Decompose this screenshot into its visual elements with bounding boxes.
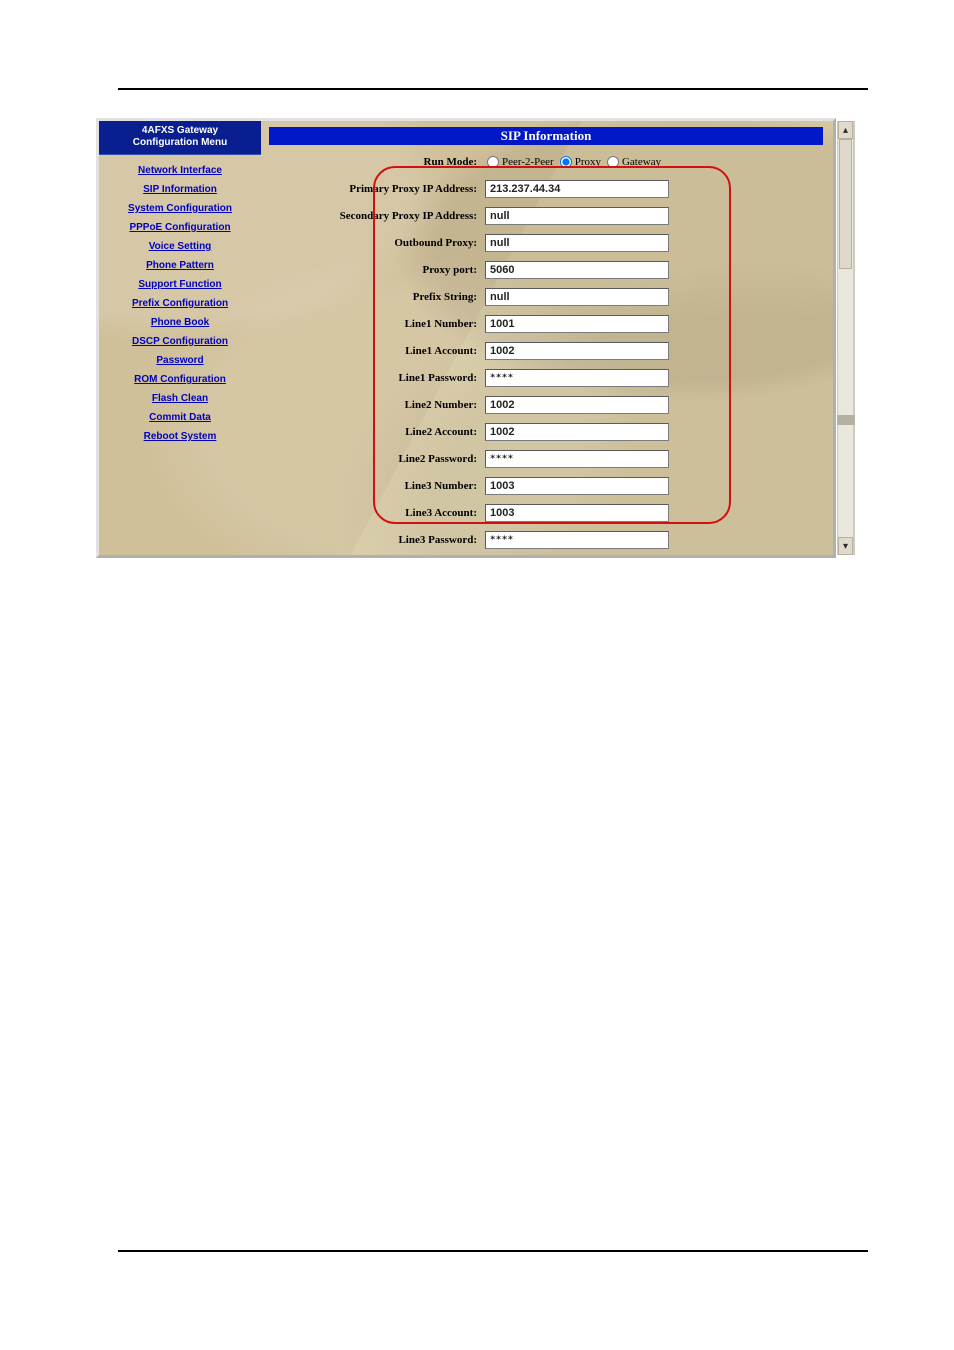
- label-outbound-proxy: Outbound Proxy:: [269, 237, 481, 249]
- input-line2-account[interactable]: [485, 423, 669, 441]
- input-outbound-proxy[interactable]: [485, 234, 669, 252]
- sidebar-item-voice-setting[interactable]: Voice Setting: [99, 241, 261, 252]
- input-prefix-string[interactable]: [485, 288, 669, 306]
- ctl-line3-number: [481, 477, 823, 495]
- runmode-group: Peer-2-Peer Proxy Gateway: [481, 156, 823, 168]
- row-line2-account: Line2 Account:: [269, 418, 823, 445]
- radio-runmode-peer-2-peer[interactable]: [487, 156, 499, 168]
- sidebar-item-network-interface[interactable]: Network Interface: [99, 165, 261, 176]
- vertical-scrollbar[interactable]: ▴ ▾: [837, 121, 855, 555]
- input-line3-account[interactable]: [485, 504, 669, 522]
- radio-runmode-gateway[interactable]: [607, 156, 619, 168]
- label-prefix-string: Prefix String:: [269, 291, 481, 303]
- page-rule-bottom: [118, 1250, 868, 1274]
- sidebar-item-rom-configuration[interactable]: ROM Configuration: [99, 374, 261, 385]
- sidebar-title-line1: 4AFXS Gateway: [99, 125, 261, 137]
- ctl-line3-account: [481, 504, 823, 522]
- radio-label: Peer-2-Peer: [502, 156, 554, 168]
- ctl-line1-number: [481, 315, 823, 333]
- row-line3-password: Line3 Password:: [269, 526, 823, 553]
- row-runmode: Run Mode: Peer-2-Peer Proxy Gateway: [269, 148, 823, 175]
- label-proxy-port: Proxy port:: [269, 264, 481, 276]
- scroll-thumb[interactable]: [839, 139, 852, 269]
- row-primary-proxy-ip-address: Primary Proxy IP Address:: [269, 175, 823, 202]
- input-line2-number[interactable]: [485, 396, 669, 414]
- ctl-line2-account: [481, 423, 823, 441]
- input-line1-account[interactable]: [485, 342, 669, 360]
- row-proxy-port: Proxy port:: [269, 256, 823, 283]
- input-line3-number[interactable]: [485, 477, 669, 495]
- sidebar-item-phone-book[interactable]: Phone Book: [99, 317, 261, 328]
- sidebar-header: 4AFXS Gateway Configuration Menu: [99, 121, 261, 155]
- row-prefix-string: Prefix String:: [269, 283, 823, 310]
- ctl-primary-proxy-ip-address: [481, 180, 823, 198]
- row-line1-password: Line1 Password:: [269, 364, 823, 391]
- ctl-proxy-port: [481, 261, 823, 279]
- radio-label: Gateway: [622, 156, 661, 168]
- ctl-line1-account: [481, 342, 823, 360]
- label-secondary-proxy-ip-address: Secondary Proxy IP Address:: [269, 210, 481, 222]
- label-primary-proxy-ip-address: Primary Proxy IP Address:: [269, 183, 481, 195]
- sidebar: 4AFXS Gateway Configuration Menu Network…: [99, 121, 261, 442]
- sidebar-item-flash-clean[interactable]: Flash Clean: [99, 393, 261, 404]
- sidebar-item-sip-information[interactable]: SIP Information: [99, 184, 261, 195]
- ctl-line3-password: [481, 531, 823, 549]
- label-line3-number: Line3 Number:: [269, 480, 481, 492]
- row-outbound-proxy: Outbound Proxy:: [269, 229, 823, 256]
- label-line2-number: Line2 Number:: [269, 399, 481, 411]
- sidebar-item-dscp-configuration[interactable]: DSCP Configuration: [99, 336, 261, 347]
- label-runmode: Run Mode:: [269, 156, 481, 168]
- sidebar-item-system-configuration[interactable]: System Configuration: [99, 203, 261, 214]
- row-line1-account: Line1 Account:: [269, 337, 823, 364]
- label-line1-number: Line1 Number:: [269, 318, 481, 330]
- input-secondary-proxy-ip-address[interactable]: [485, 207, 669, 225]
- ctl-outbound-proxy: [481, 234, 823, 252]
- row-line2-number: Line2 Number:: [269, 391, 823, 418]
- scroll-tick: [837, 415, 855, 425]
- input-line2-password[interactable]: [485, 450, 669, 468]
- app-window: 4AFXS Gateway Configuration Menu Network…: [96, 118, 836, 558]
- row-secondary-proxy-ip-address: Secondary Proxy IP Address:: [269, 202, 823, 229]
- sidebar-item-support-function[interactable]: Support Function: [99, 279, 261, 290]
- label-line2-password: Line2 Password:: [269, 453, 481, 465]
- sidebar-item-phone-pattern[interactable]: Phone Pattern: [99, 260, 261, 271]
- row-line2-password: Line2 Password:: [269, 445, 823, 472]
- sidebar-links: Network Interface SIP Information System C…: [99, 155, 261, 442]
- input-line1-password[interactable]: [485, 369, 669, 387]
- row-line3-account: Line3 Account:: [269, 499, 823, 526]
- ctl-line1-password: [481, 369, 823, 387]
- ctl-line2-number: [481, 396, 823, 414]
- scroll-up-icon[interactable]: ▴: [838, 121, 853, 139]
- ctl-prefix-string: [481, 288, 823, 306]
- label-line1-account: Line1 Account:: [269, 345, 481, 357]
- row-line3-number: Line3 Number:: [269, 472, 823, 499]
- page-rule-top: [118, 88, 868, 90]
- sidebar-item-prefix-configuration[interactable]: Prefix Configuration: [99, 298, 261, 309]
- panel-title: SIP Information: [269, 127, 823, 145]
- sidebar-title-line2: Configuration Menu: [99, 137, 261, 149]
- row-line1-number: Line1 Number:: [269, 310, 823, 337]
- sidebar-item-pppoe-configuration[interactable]: PPPoE Configuration: [99, 222, 261, 233]
- radio-label: Proxy: [575, 156, 601, 168]
- label-line3-account: Line3 Account:: [269, 507, 481, 519]
- sidebar-item-commit-data[interactable]: Commit Data: [99, 412, 261, 423]
- label-line3-password: Line3 Password:: [269, 534, 481, 546]
- scroll-down-icon[interactable]: ▾: [838, 537, 853, 555]
- sidebar-item-reboot-system[interactable]: Reboot System: [99, 431, 261, 442]
- input-line3-password[interactable]: [485, 531, 669, 549]
- ctl-secondary-proxy-ip-address: [481, 207, 823, 225]
- ctl-line2-password: [481, 450, 823, 468]
- label-line2-account: Line2 Account:: [269, 426, 481, 438]
- label-line1-password: Line1 Password:: [269, 372, 481, 384]
- input-line1-number[interactable]: [485, 315, 669, 333]
- main-panel: SIP Information Run Mode: Peer-2-Peer Pr…: [269, 127, 823, 549]
- input-proxy-port[interactable]: [485, 261, 669, 279]
- radio-runmode-proxy[interactable]: [560, 156, 572, 168]
- sidebar-item-password[interactable]: Password: [99, 355, 261, 366]
- input-primary-proxy-ip-address[interactable]: [485, 180, 669, 198]
